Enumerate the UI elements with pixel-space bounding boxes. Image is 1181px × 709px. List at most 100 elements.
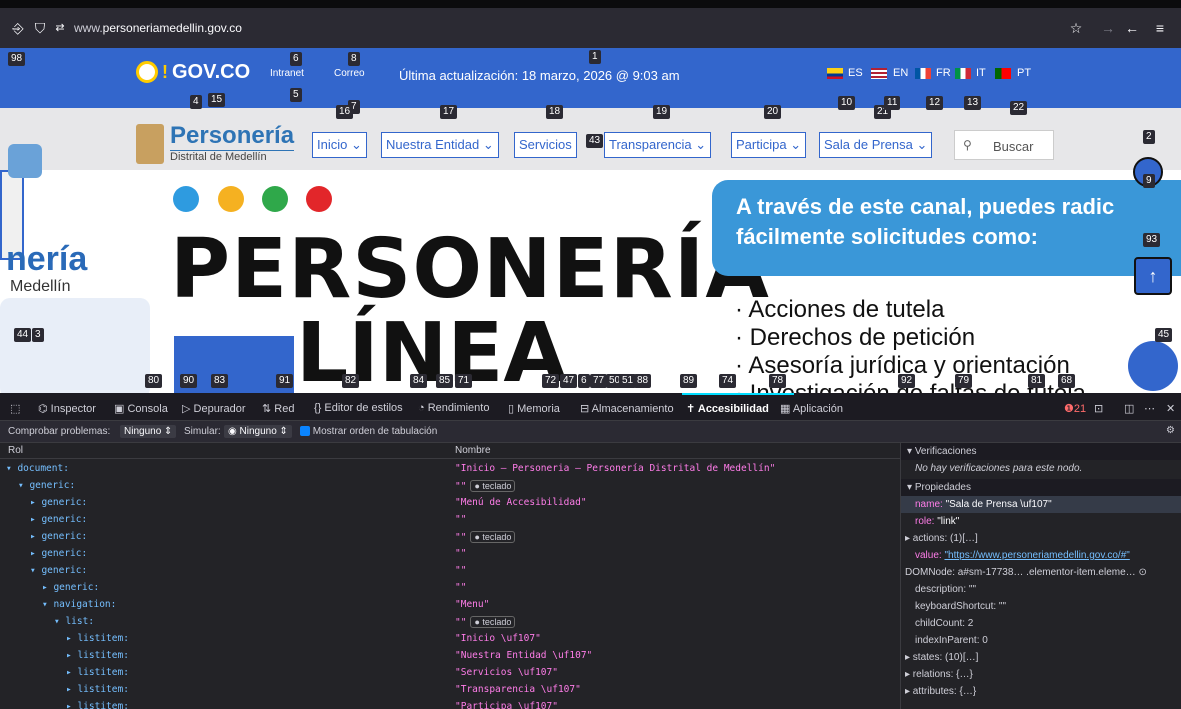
permissions-icon[interactable]: ⇄ [52, 20, 68, 36]
tree-row-name: "" [455, 582, 467, 593]
accessibility-side-button[interactable] [8, 144, 42, 178]
lang-pt[interactable]: PT [1017, 67, 1031, 79]
tree-row[interactable]: ▾ navigation: "Menu" [0, 596, 900, 613]
tab-order-tag: 15 [208, 93, 226, 107]
properties-header[interactable]: ▾ Propiedades [901, 479, 1181, 496]
tree-row-role: ▸ generic: [30, 531, 88, 542]
tree-row[interactable]: ▾ generic: "" [0, 562, 900, 579]
lang-fr[interactable]: FR [936, 67, 951, 79]
nav-sala-de-prensa[interactable]: Sala de Prensa ⌄ [819, 132, 933, 158]
tree-row[interactable]: ▸ listitem: "Servicios \uf107" [0, 664, 900, 681]
tree-row[interactable]: ▾ list: "" ● teclado [0, 613, 900, 630]
crest-icon [136, 124, 164, 164]
tab-accessibility[interactable]: ✝ Accesibilidad [686, 402, 769, 415]
close-devtools-icon[interactable]: ✕ [1166, 402, 1175, 415]
gov-shield-icon [136, 61, 158, 83]
prop-description[interactable]: description: "" [901, 581, 1181, 598]
pick-element-icon[interactable]: ⬚ [10, 402, 20, 415]
tab-order-toggle[interactable]: Mostrar orden de tabulación [300, 426, 437, 437]
scroll-top-button[interactable]: ↑ [1134, 257, 1172, 295]
check-issues-label: Comprobar problemas: [8, 426, 111, 437]
url-field[interactable]: www.personeriamedellin.gov.co [74, 21, 242, 35]
more-icon[interactable]: ⋯ [1144, 402, 1155, 415]
tree-row[interactable]: ▸ generic: "Menú de Accesibilidad" [0, 494, 900, 511]
tree-row[interactable]: ▾ document: "Inicio – Personeria – Person… [0, 460, 900, 477]
prop-value[interactable]: value: "https://www.personeriamedellin.g… [901, 547, 1181, 564]
nav-servicios[interactable]: Servicios [514, 132, 577, 158]
left-widget-image [0, 298, 150, 393]
tab-order-tag: 72 [542, 374, 560, 388]
prop-actions[interactable]: ▸ actions: (1)[…] [901, 530, 1181, 547]
dock-icon[interactable]: ◫ [1124, 402, 1134, 415]
dot-red [306, 186, 332, 212]
tree-row[interactable]: ▾ generic: "" ● teclado [0, 477, 900, 494]
tree-row[interactable]: ▸ listitem: "Transparencia \uf107" [0, 681, 900, 698]
tree-row-role: ▸ listitem: [66, 633, 129, 644]
forward-icon[interactable]: → [1100, 20, 1116, 36]
lang-it[interactable]: IT [976, 67, 986, 79]
check-issues-select[interactable]: Ninguno ⇕ [120, 425, 177, 438]
prop-child-count[interactable]: childCount: 2 [901, 615, 1181, 632]
prop-attributes[interactable]: ▸ attributes: {…} [901, 683, 1181, 700]
column-role: Rol [8, 445, 24, 456]
tab-console[interactable]: ▣ Consola [114, 402, 168, 415]
sidebar-icon[interactable]: ⎆ [10, 20, 26, 36]
tree-row[interactable]: ▸ listitem: "Inicio \uf107" [0, 630, 900, 647]
tab-order-tag: 1 [589, 50, 601, 64]
settings-gear-icon[interactable]: ⚙ [1166, 425, 1175, 436]
tab-storage[interactable]: ⊟ Almacenamiento [580, 402, 674, 415]
tab-order-tag: 78 [769, 374, 787, 388]
menu-icon[interactable]: ≡ [1152, 20, 1168, 36]
tree-row[interactable]: ▸ listitem: "Participa \uf107" [0, 698, 900, 709]
error-count[interactable]: ❶21 [1064, 402, 1086, 415]
nav-inicio[interactable]: Inicio ⌄ [312, 132, 367, 158]
tree-row[interactable]: ▸ listitem: "Nuestra Entidad \uf107" [0, 647, 900, 664]
tab-network[interactable]: ⇅ Red [262, 402, 294, 415]
bookmark-star-icon[interactable]: ☆ [1068, 20, 1084, 36]
back-icon[interactable]: ← [1124, 20, 1140, 36]
search-icon: ⚲ [963, 138, 972, 152]
nav-participa[interactable]: Participa ⌄ [731, 132, 807, 158]
prop-relations[interactable]: ▸ relations: {…} [901, 666, 1181, 683]
mail-link[interactable]: Correo [334, 68, 365, 79]
tree-row[interactable]: ▸ generic: "" [0, 545, 900, 562]
tab-debugger[interactable]: ▷ Depurador [182, 402, 246, 415]
tree-row[interactable]: ▸ generic: "" [0, 511, 900, 528]
hero-left-subtitle: Medellín [10, 278, 71, 295]
chat-button[interactable] [1128, 341, 1178, 391]
verifications-header[interactable]: ▾ Verificaciones [901, 443, 1181, 460]
simulate-select[interactable]: ◉ Ninguno ⇕ [224, 425, 292, 438]
tab-order-tag: 13 [964, 96, 982, 110]
dot-green [262, 186, 288, 212]
tab-order-tag: 6 [290, 52, 302, 66]
tree-row[interactable]: ▸ generic: "" ● teclado [0, 528, 900, 545]
tab-application[interactable]: ▦ Aplicación [780, 402, 843, 415]
tab-order-tag: 81 [1028, 374, 1046, 388]
search-input[interactable]: ⚲ Buscar [954, 130, 1054, 160]
tab-style-editor[interactable]: {} Editor de estilos [314, 402, 403, 414]
tab-inspector[interactable]: ⌬ Inspector [38, 402, 96, 415]
tab-memory[interactable]: ▯ Memoria [508, 402, 560, 415]
prop-name[interactable]: name: "Sala de Prensa \uf107" [901, 496, 1181, 513]
bullet-peticion: · Derechos de petición [735, 324, 976, 351]
logo-title: Personería [170, 122, 295, 149]
intranet-link[interactable]: Intranet [270, 68, 304, 79]
prop-keyboard-shortcut[interactable]: keyboardShortcut: "" [901, 598, 1181, 615]
nav-nuestra-entidad[interactable]: Nuestra Entidad ⌄ [381, 132, 499, 158]
tree-row[interactable]: ▸ generic: "" [0, 579, 900, 596]
personeria-logo[interactable]: Personería Distrital de Medellín [132, 120, 298, 168]
shield-icon[interactable]: ⛉ [32, 20, 48, 36]
prop-states[interactable]: ▸ states: (10)[…] [901, 649, 1181, 666]
responsive-icon[interactable]: ⊡ [1094, 402, 1103, 415]
lang-en[interactable]: EN [893, 67, 908, 79]
prop-index-in-parent[interactable]: indexInParent: 0 [901, 632, 1181, 649]
tab-order-tag: 74 [719, 374, 737, 388]
nav-transparencia[interactable]: Transparencia ⌄ [604, 132, 712, 158]
prop-domnode[interactable]: DOMNode: a#sm-17738… .elementor-item.ele… [901, 564, 1181, 581]
lang-es[interactable]: ES [848, 67, 863, 79]
tree-row-name: "" ● teclado [455, 480, 516, 492]
gov-co-logo[interactable]: ! GOV.CO [136, 56, 256, 88]
tab-performance[interactable]: ◔ Rendimiento [418, 402, 489, 414]
target-icon[interactable]: ⊙ [1138, 567, 1146, 578]
prop-role[interactable]: role: "link" [901, 513, 1181, 530]
